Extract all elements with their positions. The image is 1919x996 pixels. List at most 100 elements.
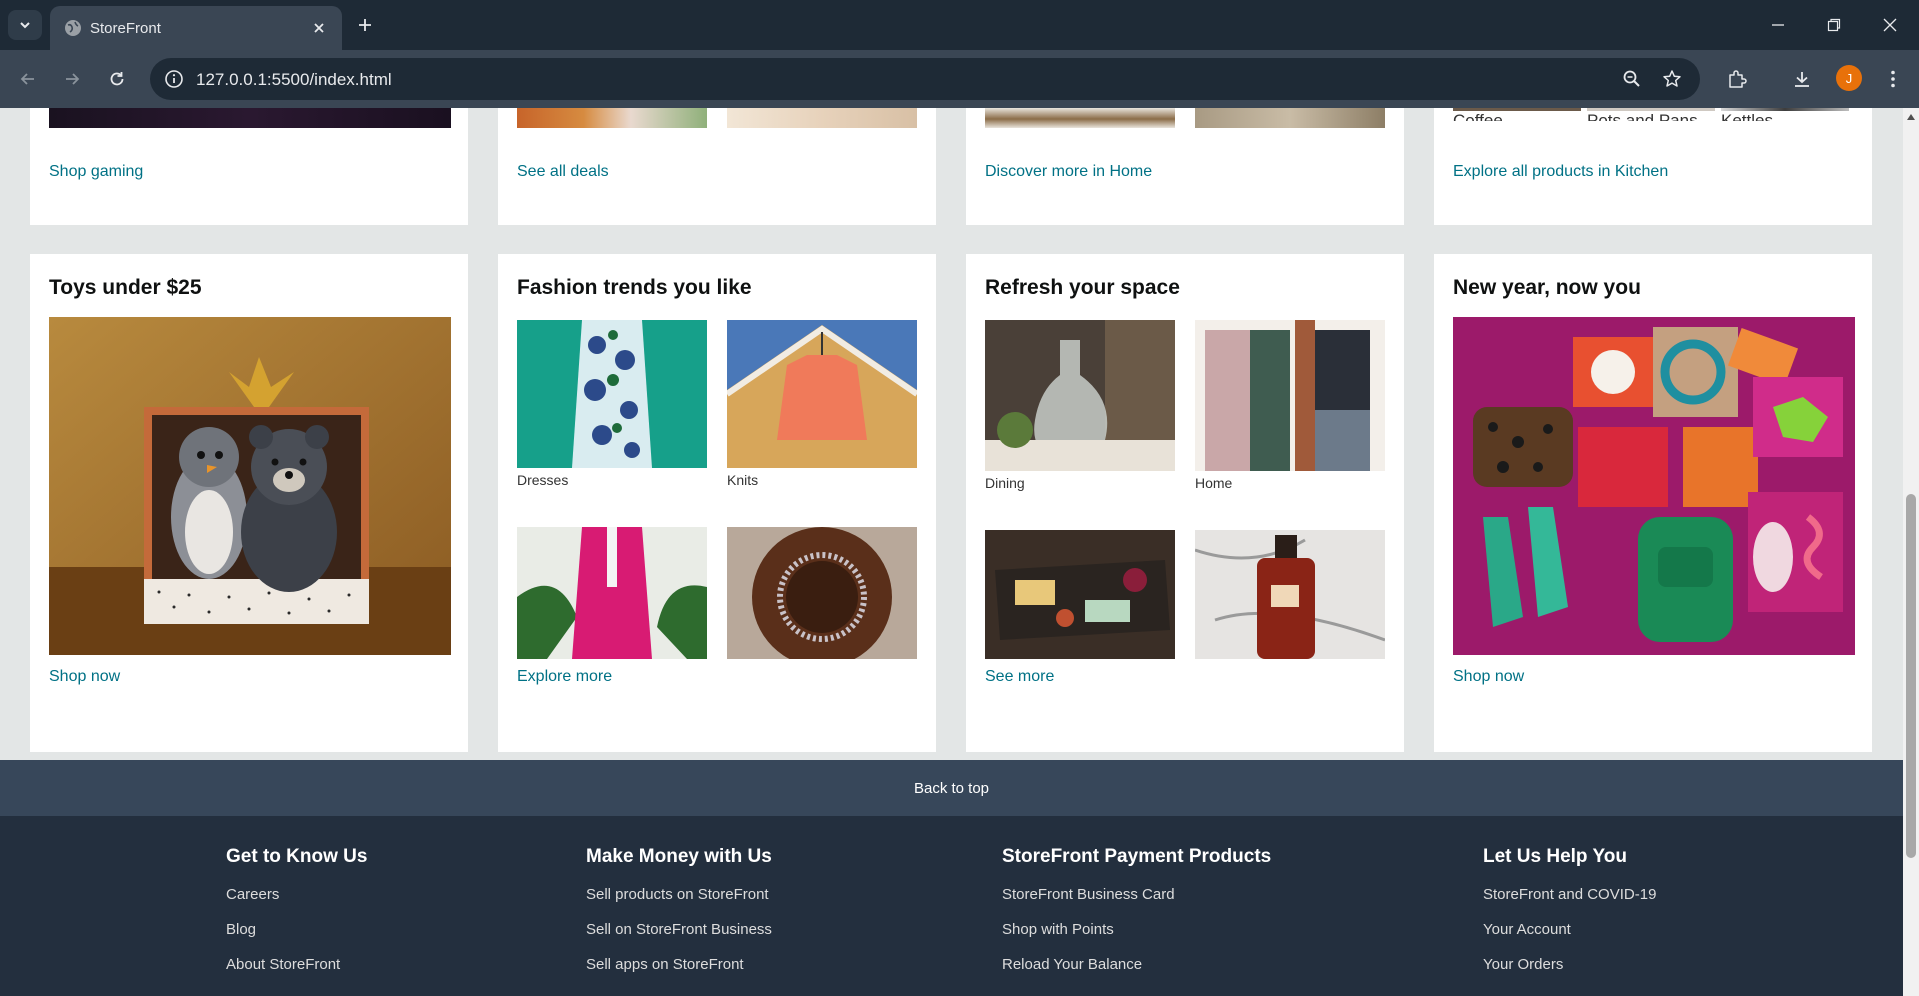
new-year-illustration <box>1453 317 1855 655</box>
kitchen-caption-pots: Pots and Pans <box>1587 111 1698 121</box>
address-bar[interactable]: 127.0.0.1:5500/index.html <box>150 58 1700 100</box>
blazer-illustration <box>517 527 707 659</box>
towels-illustration <box>1195 320 1385 471</box>
footer-link-about[interactable]: About StoreFront <box>226 954 367 975</box>
refresh-home-image[interactable] <box>1195 320 1385 471</box>
footer-link-sell-products[interactable]: Sell products on StoreFront <box>586 884 772 905</box>
star-icon <box>1663 70 1681 87</box>
tab-search-button[interactable] <box>8 10 42 40</box>
footer-heading: Make Money with Us <box>586 846 772 867</box>
footer-link-reload-balance[interactable]: Reload Your Balance <box>1002 954 1271 975</box>
fashion-bag-image[interactable] <box>727 527 917 659</box>
bottle-illustration <box>1195 530 1385 659</box>
refresh-bath-image[interactable] <box>1195 530 1385 659</box>
card-gaming: Shop gaming <box>30 108 468 225</box>
minimize-icon <box>1772 24 1784 26</box>
discover-home-link[interactable]: Discover more in Home <box>985 163 1152 181</box>
footer-heading: Let Us Help You <box>1483 846 1627 867</box>
charcuterie-illustration <box>985 530 1175 659</box>
scroll-up-arrow-icon[interactable] <box>1907 114 1915 120</box>
zoom-button[interactable] <box>1620 67 1644 91</box>
footer-link-covid[interactable]: StoreFront and COVID-19 <box>1483 884 1656 905</box>
home-image-1 <box>985 108 1175 128</box>
browser-toolbar: 127.0.0.1:5500/index.html J <box>0 50 1919 108</box>
card-kitchen: Coffee Pots and Pans Kettles Explore all… <box>1434 108 1872 225</box>
fashion-caption-knits: Knits <box>727 472 759 488</box>
fashion-blazer-image[interactable] <box>517 527 707 659</box>
site-info-button[interactable] <box>162 67 186 91</box>
see-all-deals-link[interactable]: See all deals <box>517 163 609 181</box>
page-viewport: Shop gaming See all deals Discover more … <box>0 108 1903 996</box>
footer-link-your-account[interactable]: Your Account <box>1483 919 1656 940</box>
refresh-see-more-link[interactable]: See more <box>985 668 1054 686</box>
new-year-image[interactable] <box>1453 317 1855 655</box>
kitchen-caption-coffee: Coffee <box>1453 111 1503 121</box>
fashion-dresses-image[interactable] <box>517 320 707 468</box>
shop-gaming-link[interactable]: Shop gaming <box>49 163 143 181</box>
browser-menu-button[interactable] <box>1879 65 1907 93</box>
page-scrollbar[interactable] <box>1903 108 1919 996</box>
toys-shop-now-link[interactable]: Shop now <box>49 668 120 686</box>
card-title: Fashion trends you like <box>517 276 752 299</box>
browser-tab[interactable]: StoreFront <box>50 6 342 50</box>
card-home: Discover more in Home <box>966 108 1404 225</box>
url-text[interactable]: 127.0.0.1:5500/index.html <box>196 70 392 90</box>
footer-heading: Get to Know Us <box>226 846 368 867</box>
tab-title: StoreFront <box>90 20 161 37</box>
minimize-button[interactable] <box>1750 0 1806 50</box>
extensions-button[interactable] <box>1723 65 1751 93</box>
card-fashion: Fashion trends you like Dresses Knits Ex… <box>498 254 936 752</box>
close-window-button[interactable] <box>1862 0 1918 50</box>
footer-link-blog[interactable]: Blog <box>226 919 367 940</box>
gaming-image <box>49 108 451 128</box>
arrow-left-icon <box>20 73 34 85</box>
footer-link-careers[interactable]: Careers <box>226 884 367 905</box>
globe-icon <box>65 20 81 36</box>
reload-icon <box>110 72 124 86</box>
bag-illustration <box>727 527 917 659</box>
footer-link-your-orders[interactable]: Your Orders <box>1483 954 1656 975</box>
reload-button[interactable] <box>103 65 131 93</box>
fashion-knits-image[interactable] <box>727 320 917 468</box>
footer-link-shop-with-points[interactable]: Shop with Points <box>1002 919 1271 940</box>
tab-close-button[interactable] <box>308 17 330 39</box>
dining-illustration <box>985 320 1175 471</box>
footer-column-get-to-know-us: Get to Know Us Careers Blog About StoreF… <box>226 846 367 989</box>
refresh-board-image[interactable] <box>985 530 1175 659</box>
restore-icon <box>1827 18 1841 32</box>
plus-icon <box>359 19 371 31</box>
scrollbar-thumb[interactable] <box>1906 494 1916 858</box>
chevron-down-icon <box>20 22 30 29</box>
explore-kitchen-link[interactable]: Explore all products in Kitchen <box>1453 163 1668 181</box>
new-year-shop-now-link[interactable]: Shop now <box>1453 668 1524 686</box>
new-tab-button[interactable] <box>352 12 378 38</box>
fashion-caption-dresses: Dresses <box>517 472 569 488</box>
toys-image[interactable] <box>49 317 451 655</box>
footer-link-business-card[interactable]: StoreFront Business Card <box>1002 884 1271 905</box>
card-title: Refresh your space <box>985 276 1180 299</box>
site-footer: Get to Know Us Careers Blog About StoreF… <box>0 816 1903 996</box>
downloads-button[interactable] <box>1788 65 1816 93</box>
footer-column-payment-products: StoreFront Payment Products StoreFront B… <box>1002 846 1271 989</box>
browser-tab-strip: StoreFront <box>0 0 1919 50</box>
deals-image-1 <box>517 108 707 128</box>
card-new-year: New year, now you Shop now <box>1434 254 1872 752</box>
footer-heading: StoreFront Payment Products <box>1002 846 1272 867</box>
profile-avatar[interactable]: J <box>1836 65 1862 91</box>
restore-button[interactable] <box>1806 0 1862 50</box>
card-title: Toys under $25 <box>49 276 202 299</box>
footer-link-sell-business[interactable]: Sell on StoreFront Business <box>586 919 772 940</box>
footer-link-sell-apps[interactable]: Sell apps on StoreFront <box>586 954 772 975</box>
back-button[interactable] <box>14 65 42 93</box>
back-to-top-button[interactable]: Back to top <box>0 760 1903 816</box>
card-toys: Toys under $25 Shop now <box>30 254 468 752</box>
fashion-explore-more-link[interactable]: Explore more <box>517 668 612 686</box>
refresh-dining-image[interactable] <box>985 320 1175 471</box>
kitchen-captions-clip: Coffee Pots and Pans Kettles <box>1434 111 1872 121</box>
forward-button[interactable] <box>58 65 86 93</box>
refresh-caption-home: Home <box>1195 475 1233 491</box>
arrow-right-icon <box>66 73 80 85</box>
bookmark-button[interactable] <box>1660 67 1684 91</box>
card-title: New year, now you <box>1453 276 1641 299</box>
refresh-caption-dining: Dining <box>985 475 1025 491</box>
